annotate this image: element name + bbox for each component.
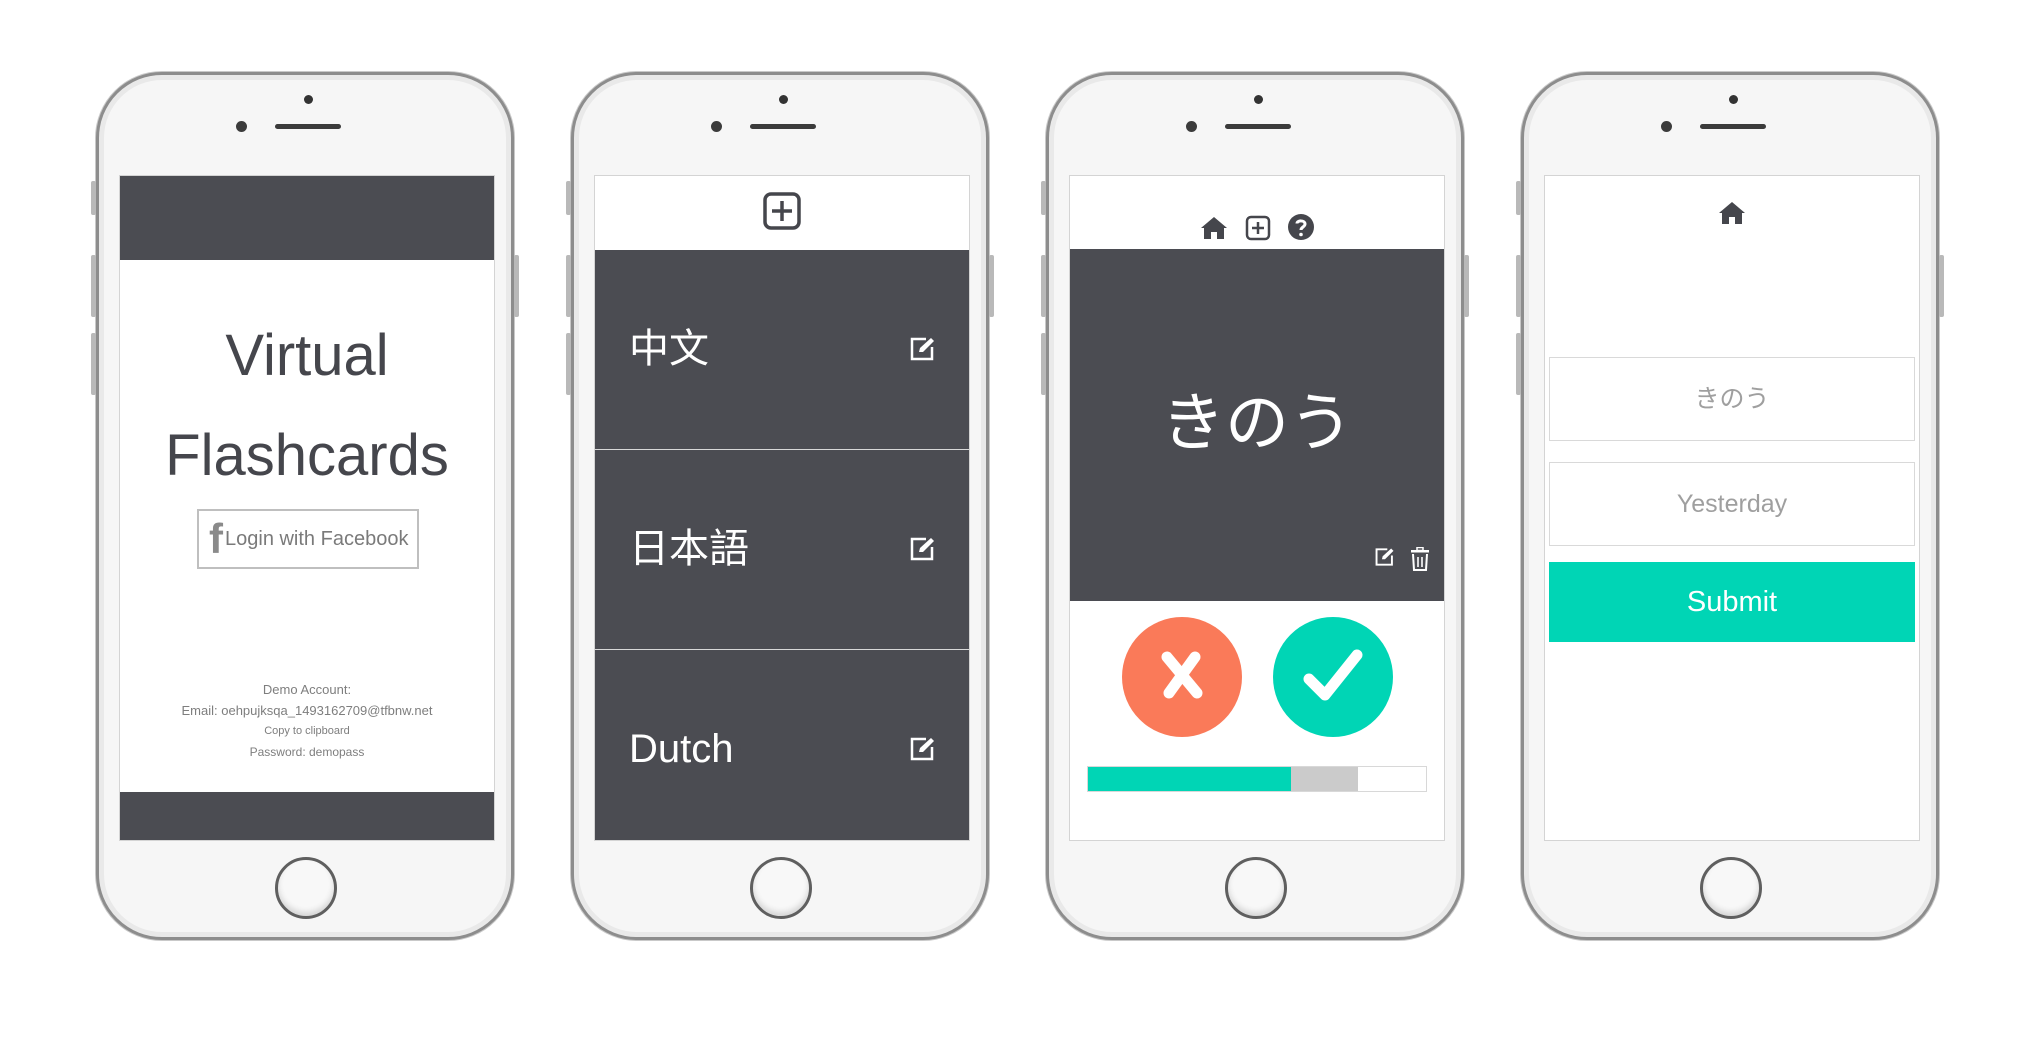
deck-list-screen: 中文 日本語 Dutch (594, 175, 970, 841)
flashcard[interactable]: きのう (1070, 249, 1444, 601)
trash-icon[interactable] (1410, 546, 1430, 575)
app-title: Virtual Flashcards (120, 306, 494, 506)
phone-study: きのう (1041, 72, 1469, 940)
power-button (989, 255, 994, 317)
submit-button[interactable]: Submit (1549, 562, 1915, 642)
volume-down-button (566, 333, 571, 395)
deck-toolbar (595, 176, 969, 250)
earpiece-speaker (750, 124, 816, 129)
power-button (514, 255, 519, 317)
earpiece-speaker (275, 124, 341, 129)
flashcard-word: きのう (1161, 387, 1353, 461)
demo-title: Demo Account: (262, 682, 352, 697)
front-camera (711, 121, 722, 132)
earpiece-speaker (1700, 124, 1766, 129)
wrong-answer-button[interactable] (1122, 617, 1242, 737)
volume-down-button (1041, 333, 1046, 395)
deck-label: Dutch (629, 727, 734, 771)
login-screen: Virtual Flashcards f Login with Facebook… (119, 175, 495, 841)
copy-to-clipboard-link[interactable]: Copy to clipboard (120, 721, 494, 742)
demo-password: Password: demopass (249, 745, 365, 759)
phone-decks: 中文 日本語 Dutch (566, 72, 994, 940)
power-button (1939, 255, 1944, 317)
question-icon[interactable] (1287, 213, 1315, 245)
add-card-screen: Submit (1544, 175, 1920, 841)
app-title-line2: Flashcards (165, 423, 449, 488)
deck-item-japanese[interactable]: 日本語 (595, 450, 969, 650)
home-icon[interactable] (1717, 200, 1747, 230)
edit-icon[interactable] (909, 336, 937, 366)
deck-label: 日本語 (629, 527, 749, 571)
card-back-input[interactable] (1549, 462, 1915, 546)
correct-answer-button[interactable] (1273, 617, 1393, 737)
volume-up-button (566, 255, 571, 317)
volume-up-button (91, 255, 96, 317)
facebook-icon: f (209, 515, 223, 562)
phone-home-button (1700, 857, 1762, 919)
earpiece-speaker (1225, 124, 1291, 129)
demo-email: Email: oehpujksqa_1493162709@tfbnw.net (181, 703, 433, 718)
cross-icon (1159, 649, 1205, 705)
phone-home-button (1225, 857, 1287, 919)
edit-icon[interactable] (1374, 547, 1396, 575)
progress-wrong (1290, 767, 1359, 791)
mute-switch (1516, 181, 1521, 215)
front-camera (1661, 121, 1672, 132)
card-front-input[interactable] (1549, 357, 1915, 441)
volume-down-button (91, 333, 96, 395)
deck-label: 中文 (629, 327, 709, 371)
study-progress-bar (1087, 766, 1427, 792)
sensor-dot (1254, 95, 1263, 104)
demo-account-info: Demo Account: Email: oehpujksqa_14931627… (120, 679, 494, 763)
sensor-dot (779, 95, 788, 104)
phone-home-button (750, 857, 812, 919)
sensor-dot (1729, 95, 1738, 104)
home-icon[interactable] (1199, 215, 1229, 245)
power-button (1464, 255, 1469, 317)
check-icon (1303, 649, 1363, 705)
mute-switch (1041, 181, 1046, 215)
login-header-bar (120, 176, 494, 260)
phone-add-card: Submit (1516, 72, 1944, 940)
mute-switch (566, 181, 571, 215)
volume-up-button (1516, 255, 1521, 317)
facebook-login-button[interactable]: f Login with Facebook (197, 509, 419, 569)
edit-icon[interactable] (909, 536, 937, 566)
login-footer-bar (120, 792, 494, 840)
flashcard-actions (1374, 546, 1430, 575)
plus-square-icon[interactable] (762, 191, 802, 235)
phone-login: Virtual Flashcards f Login with Facebook… (91, 72, 519, 940)
mute-switch (91, 181, 96, 215)
volume-down-button (1516, 333, 1521, 395)
progress-correct (1088, 767, 1291, 791)
edit-icon[interactable] (909, 736, 937, 766)
phone-home-button (275, 857, 337, 919)
app-title-line1: Virtual (225, 323, 389, 388)
deck-item-dutch[interactable]: Dutch (595, 650, 969, 840)
front-camera (1186, 121, 1197, 132)
deck-item-chinese[interactable]: 中文 (595, 250, 969, 450)
study-screen: きのう (1069, 175, 1445, 841)
sensor-dot (304, 95, 313, 104)
facebook-login-label: Login with Facebook (225, 527, 409, 550)
volume-up-button (1041, 255, 1046, 317)
front-camera (236, 121, 247, 132)
plus-square-icon[interactable] (1245, 215, 1271, 245)
add-card-toolbar (1545, 200, 1919, 230)
study-toolbar (1070, 176, 1444, 249)
